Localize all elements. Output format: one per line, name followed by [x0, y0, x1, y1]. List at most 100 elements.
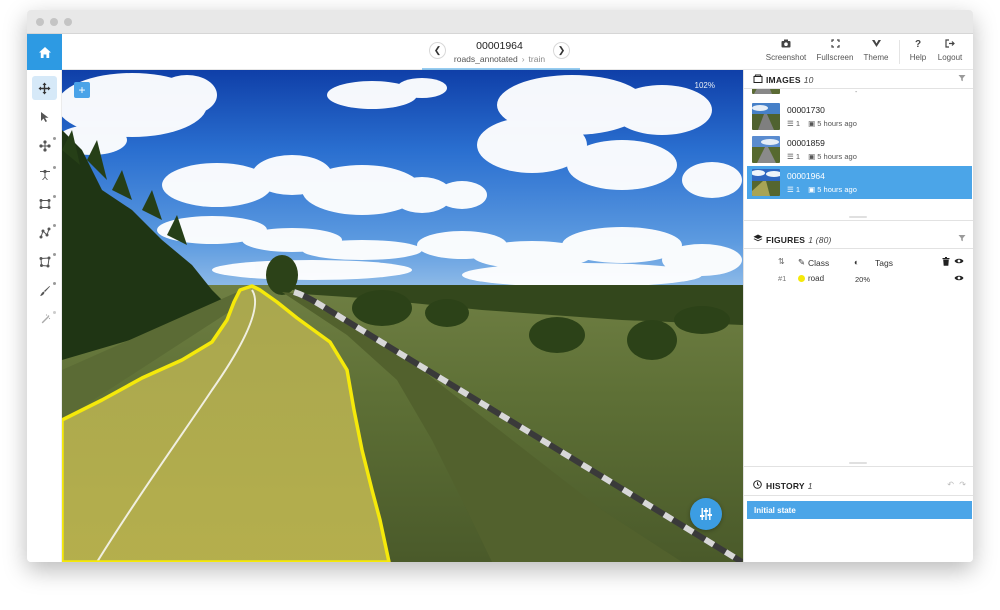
section-divider — [744, 466, 973, 467]
screenshot-label: Screenshot — [765, 53, 807, 62]
tags-column-header[interactable]: Tags — [875, 258, 893, 268]
figures-title: FIGURES — [766, 235, 806, 245]
figures-divider — [744, 248, 973, 249]
point-tool[interactable] — [32, 163, 57, 187]
theme-label: Theme — [863, 53, 889, 62]
resize-handle[interactable] — [849, 462, 867, 464]
image-name: 00001859 — [787, 138, 825, 148]
list-item[interactable]: 00001859 ☰ 1 ▣ 5 hours ago — [747, 133, 972, 166]
home-button[interactable] — [27, 34, 62, 70]
help-button[interactable]: ? Help — [904, 39, 932, 62]
theme-button[interactable]: Theme — [861, 39, 891, 62]
drag-points-tool[interactable] — [32, 134, 57, 158]
window-titlebar — [27, 10, 973, 34]
app-header: ❮ 00001964 roads_annotated › train ❯ Scree… — [27, 34, 973, 70]
polyline-tool[interactable] — [32, 221, 57, 245]
polyline-icon — [39, 227, 50, 239]
image-thumbnail — [752, 169, 780, 196]
header-divider — [899, 40, 900, 64]
class-color-dot — [798, 275, 805, 282]
tool-hotkey-dot — [53, 282, 56, 285]
right-panel: IMAGES 10 - 00001730 ☰ 1 ▣ 5 hours ago 0… — [743, 70, 973, 562]
section-divider — [744, 220, 973, 221]
scroll-indicator: - — [855, 89, 858, 96]
brush-icon — [39, 286, 50, 296]
breadcrumb-separator-icon: › — [521, 54, 525, 64]
figures-section-header: FIGURES 1 (80) — [744, 230, 973, 248]
drag-points-icon — [38, 140, 51, 152]
home-icon — [38, 46, 51, 58]
logout-icon — [934, 39, 966, 51]
layers-icon: ☰ — [787, 152, 794, 161]
next-image-button[interactable]: ❯ — [553, 42, 570, 59]
image-figure-count: 1 — [795, 119, 800, 128]
add-object-button[interactable]: + — [74, 82, 90, 98]
brush-tool[interactable] — [32, 279, 57, 303]
rectangle-icon — [39, 199, 50, 209]
polygon-icon — [39, 256, 50, 268]
theme-icon — [861, 39, 891, 51]
dataset-breadcrumb: roads_annotated › train — [377, 54, 622, 64]
image-figure-count: 1 — [795, 185, 800, 194]
image-meta: ☰ 1 ▣ 5 hours ago — [787, 185, 857, 194]
calendar-icon: ▣ — [808, 119, 816, 128]
pen-icon: ✎ — [798, 257, 806, 267]
image-updated: 5 hours ago — [817, 152, 857, 161]
window-close-dot[interactable] — [36, 18, 44, 26]
magic-wand-tool[interactable] — [32, 308, 57, 332]
undo-icon[interactable]: ↶ — [947, 480, 954, 489]
list-item-selected[interactable]: 00001964 ☰ 1 ▣ 5 hours ago — [747, 166, 972, 199]
calendar-icon: ▣ — [808, 185, 816, 194]
annotation-canvas[interactable]: + 102% — [62, 70, 743, 562]
help-icon: ? — [914, 39, 922, 50]
image-thumbnail — [752, 89, 780, 94]
figures-filter-icon[interactable] — [958, 234, 966, 244]
move-icon — [38, 82, 51, 94]
image-meta: ☰ 1 ▣ 5 hours ago — [787, 152, 857, 161]
tool-hotkey-dot — [53, 224, 56, 227]
app-window: ❮ 00001964 roads_annotated › train ❯ Scree… — [27, 10, 973, 562]
image-thumbnail — [752, 103, 780, 130]
figure-row[interactable]: #1 road 20% — [744, 270, 973, 286]
cursor-icon — [40, 112, 48, 122]
tool-hotkey-dot — [53, 311, 56, 314]
class-column-header[interactable]: Class — [808, 258, 829, 268]
fullscreen-label: Fullscreen — [816, 53, 854, 62]
move-tool[interactable] — [32, 76, 57, 100]
layers-icon: ☰ — [787, 119, 794, 128]
tool-hotkey-dot — [53, 166, 56, 169]
window-minimize-dot[interactable] — [50, 18, 58, 26]
rectangle-tool[interactable] — [32, 192, 57, 216]
fullscreen-icon — [813, 39, 857, 51]
image-figure-count: 1 — [795, 152, 800, 161]
list-item[interactable]: - — [747, 89, 972, 97]
resize-handle[interactable] — [849, 216, 867, 218]
sliders-icon — [700, 508, 712, 520]
redo-icon[interactable]: ↷ — [959, 480, 966, 489]
road-photo — [62, 70, 743, 562]
history-item[interactable]: Initial state — [747, 501, 972, 519]
trash-icon[interactable] — [942, 257, 950, 268]
fullscreen-button[interactable]: Fullscreen — [813, 39, 857, 62]
camera-icon — [765, 39, 807, 51]
history-divider — [744, 495, 973, 496]
eye-icon[interactable] — [954, 274, 964, 284]
window-zoom-dot[interactable] — [64, 18, 72, 26]
history-title: HISTORY — [766, 481, 805, 491]
image-adjust-button[interactable] — [690, 498, 722, 530]
point-icon — [39, 169, 50, 180]
figure-index: #1 — [778, 274, 787, 283]
clock-icon — [753, 480, 762, 491]
dataset-name[interactable]: roads_annotated — [454, 54, 518, 64]
logout-button[interactable]: Logout — [934, 39, 966, 62]
screenshot-button[interactable]: Screenshot — [765, 39, 807, 62]
figure-class: road — [808, 274, 825, 283]
eye-icon[interactable] — [954, 257, 964, 267]
images-icon — [753, 74, 763, 85]
polygon-tool[interactable] — [32, 250, 57, 274]
images-filter-icon[interactable] — [958, 74, 966, 84]
list-item[interactable]: 00001730 ☰ 1 ▣ 5 hours ago — [747, 100, 972, 133]
history-item-label: Initial state — [754, 506, 796, 515]
select-tool[interactable] — [32, 105, 57, 129]
sort-icon[interactable]: ⇅ — [778, 257, 785, 266]
